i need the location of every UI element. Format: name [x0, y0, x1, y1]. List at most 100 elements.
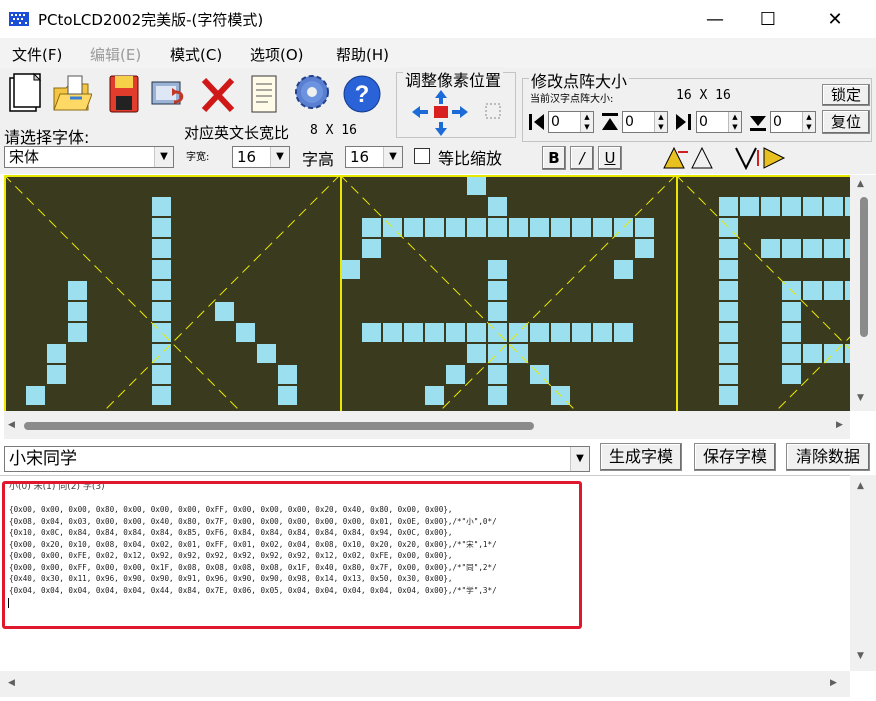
- pixel-off[interactable]: [320, 344, 339, 363]
- pixel-off[interactable]: [530, 344, 549, 363]
- pixel-off[interactable]: [110, 365, 129, 384]
- pixel-off[interactable]: [320, 260, 339, 279]
- pixel-off[interactable]: [215, 239, 234, 258]
- pixel-off[interactable]: [131, 260, 150, 279]
- pixel-off[interactable]: [236, 239, 255, 258]
- pixel-off[interactable]: [509, 260, 528, 279]
- pixel-on[interactable]: [803, 344, 822, 363]
- pixel-on[interactable]: [593, 218, 612, 237]
- pixel-off[interactable]: [320, 218, 339, 237]
- spinner-top-arrows[interactable]: ▲ ▼: [580, 112, 593, 132]
- pixel-off[interactable]: [68, 176, 87, 195]
- pixel-off[interactable]: [404, 344, 423, 363]
- pixel-off[interactable]: [425, 281, 444, 300]
- pixel-off[interactable]: [698, 323, 717, 342]
- menu-mode[interactable]: 模式(C): [170, 44, 222, 65]
- font-height-select[interactable]: 16 ▼: [345, 146, 403, 168]
- pixel-off[interactable]: [677, 260, 696, 279]
- pixel-off[interactable]: [131, 197, 150, 216]
- pixel-off[interactable]: [362, 302, 381, 321]
- pixel-off[interactable]: [215, 323, 234, 342]
- import-image-icon[interactable]: [150, 72, 190, 116]
- pixel-off[interactable]: [698, 302, 717, 321]
- pixel-off[interactable]: [278, 323, 297, 342]
- pixel-off[interactable]: [341, 302, 360, 321]
- pixel-off[interactable]: [677, 302, 696, 321]
- pixel-off[interactable]: [530, 281, 549, 300]
- pixel-off[interactable]: [446, 260, 465, 279]
- pixel-on[interactable]: [782, 302, 801, 321]
- maximize-icon[interactable]: ☐: [745, 0, 791, 38]
- pixel-off[interactable]: [572, 386, 591, 405]
- pixel-on[interactable]: [719, 302, 738, 321]
- pixel-on[interactable]: [68, 302, 87, 321]
- pixel-on[interactable]: [488, 197, 507, 216]
- font-width-select[interactable]: 16 ▼: [232, 146, 290, 168]
- pixel-off[interactable]: [26, 365, 45, 384]
- pixel-off[interactable]: [173, 239, 192, 258]
- pixel-on[interactable]: [488, 302, 507, 321]
- pixel-off[interactable]: [341, 281, 360, 300]
- pixel-off[interactable]: [614, 365, 633, 384]
- delete-x-icon[interactable]: [198, 72, 238, 116]
- pixel-on[interactable]: [803, 239, 822, 258]
- pixel-off[interactable]: [131, 239, 150, 258]
- pixel-on[interactable]: [383, 323, 402, 342]
- pixel-off[interactable]: [236, 344, 255, 363]
- pixel-off[interactable]: [467, 386, 486, 405]
- rotate-icon[interactable]: [662, 146, 716, 170]
- pixel-off[interactable]: [656, 239, 675, 258]
- pixel-off[interactable]: [572, 176, 591, 195]
- pixel-off[interactable]: [761, 365, 780, 384]
- pixel-off[interactable]: [635, 260, 654, 279]
- pixel-on[interactable]: [152, 218, 171, 237]
- pixel-off[interactable]: [5, 365, 24, 384]
- pixel-on[interactable]: [446, 365, 465, 384]
- pixel-off[interactable]: [215, 365, 234, 384]
- pixel-on[interactable]: [614, 260, 633, 279]
- pixel-off[interactable]: [530, 197, 549, 216]
- pixel-off[interactable]: [215, 260, 234, 279]
- pixel-off[interactable]: [488, 239, 507, 258]
- pixel-off[interactable]: [593, 176, 612, 195]
- pixel-off[interactable]: [299, 260, 318, 279]
- pixel-off[interactable]: [26, 302, 45, 321]
- pixel-off[interactable]: [446, 239, 465, 258]
- pixel-off[interactable]: [383, 302, 402, 321]
- pixel-off[interactable]: [593, 386, 612, 405]
- pixel-off[interactable]: [5, 260, 24, 279]
- pixel-off[interactable]: [173, 365, 192, 384]
- pixel-off[interactable]: [824, 260, 843, 279]
- chevron-down-icon[interactable]: ▼: [570, 447, 589, 471]
- pixel-off[interactable]: [47, 260, 66, 279]
- pixel-off[interactable]: [5, 323, 24, 342]
- pixel-off[interactable]: [236, 302, 255, 321]
- pixel-off[interactable]: [677, 344, 696, 363]
- pixel-off[interactable]: [5, 239, 24, 258]
- output-vertical-scrollbar[interactable]: ▲ ▼: [850, 475, 876, 671]
- pixel-off[interactable]: [5, 344, 24, 363]
- pixel-off[interactable]: [404, 260, 423, 279]
- save-data-button[interactable]: 保存字模: [694, 443, 776, 471]
- pixel-off[interactable]: [551, 176, 570, 195]
- pixel-off[interactable]: [740, 323, 759, 342]
- pixel-off[interactable]: [236, 197, 255, 216]
- pixel-off[interactable]: [299, 281, 318, 300]
- underline-button[interactable]: U: [598, 146, 622, 170]
- pixel-off[interactable]: [614, 239, 633, 258]
- pixel-off[interactable]: [257, 365, 276, 384]
- pixel-on[interactable]: [782, 365, 801, 384]
- pixel-off[interactable]: [740, 218, 759, 237]
- pixel-off[interactable]: [173, 260, 192, 279]
- pixel-off[interactable]: [257, 260, 276, 279]
- pixel-off[interactable]: [320, 386, 339, 405]
- pixel-off[interactable]: [236, 218, 255, 237]
- canvas-vertical-scrollbar[interactable]: ▲ ▼: [850, 175, 876, 411]
- pixel-off[interactable]: [635, 386, 654, 405]
- generate-button[interactable]: 生成字模: [600, 443, 682, 471]
- pixel-on[interactable]: [635, 218, 654, 237]
- pixel-on[interactable]: [761, 239, 780, 258]
- pixel-off[interactable]: [803, 260, 822, 279]
- pixel-off[interactable]: [551, 365, 570, 384]
- pixel-off[interactable]: [467, 260, 486, 279]
